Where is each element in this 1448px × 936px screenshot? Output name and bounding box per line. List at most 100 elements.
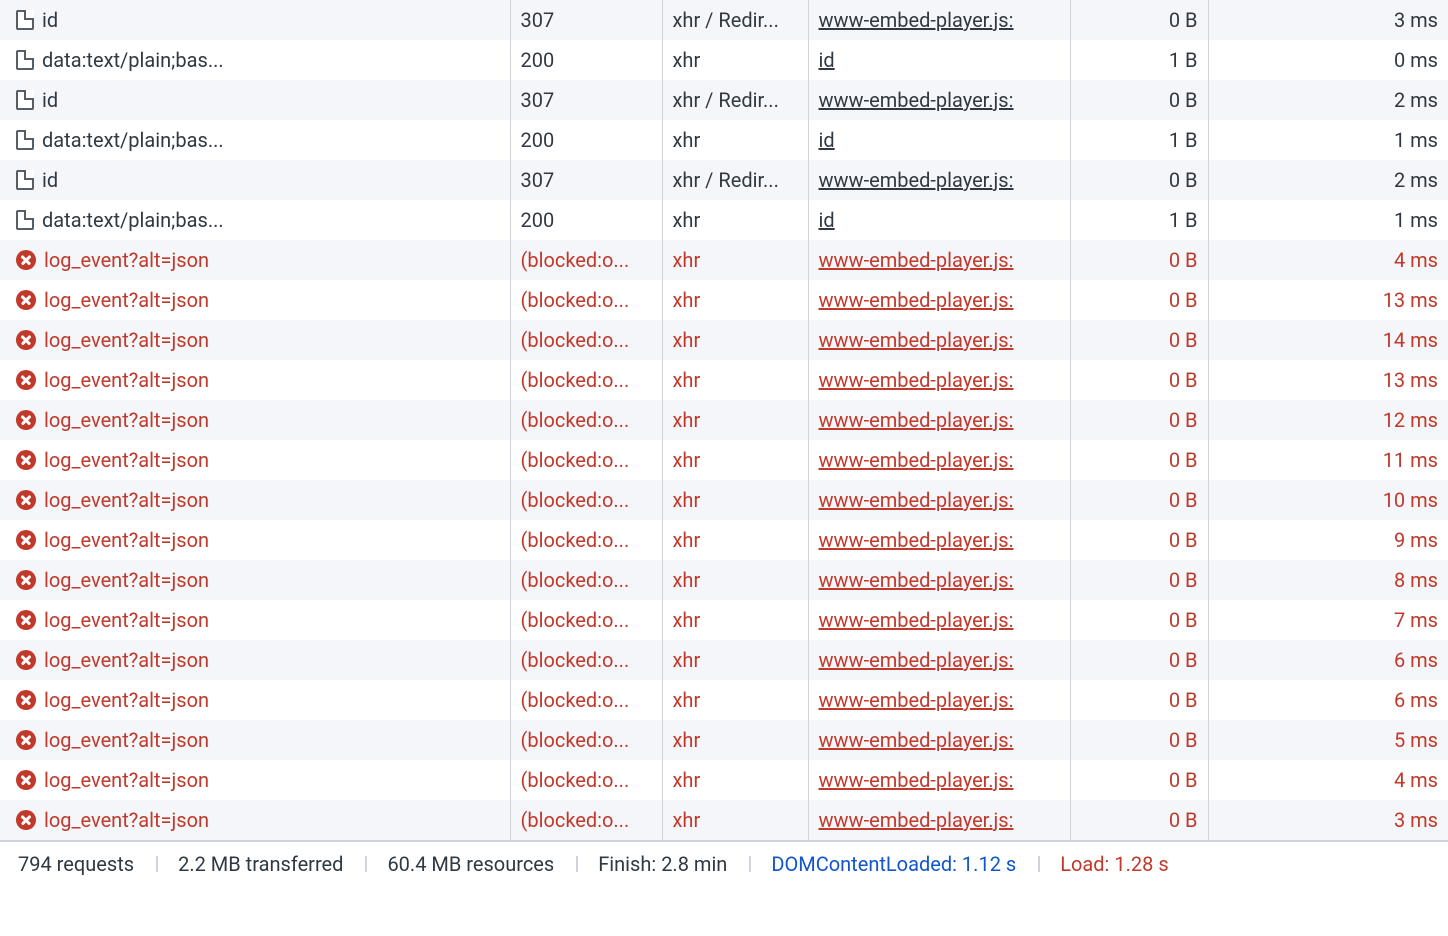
table-row[interactable]: log_event?alt=json(blocked:o...xhrwww-em…: [0, 440, 1448, 480]
request-status: 200: [510, 120, 662, 160]
initiator-link[interactable]: www-embed-player.js:: [819, 248, 1014, 272]
request-size: 0 B: [1070, 440, 1208, 480]
table-row[interactable]: log_event?alt=json(blocked:o...xhrwww-em…: [0, 320, 1448, 360]
request-time: 5 ms: [1208, 720, 1448, 760]
table-row[interactable]: data:text/plain;bas...200xhrid1 B1 ms: [0, 200, 1448, 240]
error-icon: [16, 490, 36, 510]
request-name: log_event?alt=json: [44, 288, 209, 312]
request-type: xhr: [662, 400, 808, 440]
request-size: 0 B: [1070, 680, 1208, 720]
initiator-link[interactable]: www-embed-player.js:: [819, 288, 1014, 312]
table-row[interactable]: data:text/plain;bas...200xhrid1 B1 ms: [0, 120, 1448, 160]
request-size: 0 B: [1070, 160, 1208, 200]
request-name: id: [42, 88, 58, 112]
request-status: (blocked:o...: [510, 760, 662, 800]
request-size: 1 B: [1070, 200, 1208, 240]
initiator-link[interactable]: www-embed-player.js:: [819, 168, 1014, 192]
error-icon: [16, 810, 36, 830]
request-status: (blocked:o...: [510, 520, 662, 560]
table-row[interactable]: id307xhr / Redir...www-embed-player.js:0…: [0, 0, 1448, 40]
table-row[interactable]: log_event?alt=json(blocked:o...xhrwww-em…: [0, 240, 1448, 280]
request-type: xhr: [662, 200, 808, 240]
request-name: log_event?alt=json: [44, 528, 209, 552]
table-row[interactable]: id307xhr / Redir...www-embed-player.js:0…: [0, 80, 1448, 120]
file-icon: [16, 210, 34, 230]
request-status: (blocked:o...: [510, 720, 662, 760]
request-time: 2 ms: [1208, 80, 1448, 120]
request-name: data:text/plain;bas...: [42, 208, 224, 232]
initiator-link[interactable]: www-embed-player.js:: [819, 608, 1014, 632]
initiator-link[interactable]: www-embed-player.js:: [819, 528, 1014, 552]
table-row[interactable]: log_event?alt=json(blocked:o...xhrwww-em…: [0, 640, 1448, 680]
request-time: 4 ms: [1208, 760, 1448, 800]
request-name: log_event?alt=json: [44, 608, 209, 632]
request-time: 2 ms: [1208, 160, 1448, 200]
request-type: xhr: [662, 360, 808, 400]
status-requests: 794 requests: [18, 852, 156, 876]
initiator-link[interactable]: www-embed-player.js:: [819, 728, 1014, 752]
request-size: 0 B: [1070, 80, 1208, 120]
table-row[interactable]: log_event?alt=json(blocked:o...xhrwww-em…: [0, 280, 1448, 320]
table-row[interactable]: log_event?alt=json(blocked:o...xhrwww-em…: [0, 360, 1448, 400]
request-name: log_event?alt=json: [44, 808, 209, 832]
request-size: 0 B: [1070, 720, 1208, 760]
request-size: 1 B: [1070, 120, 1208, 160]
initiator-link[interactable]: www-embed-player.js:: [819, 768, 1014, 792]
initiator-link[interactable]: www-embed-player.js:: [819, 88, 1014, 112]
request-type: xhr: [662, 120, 808, 160]
request-type: xhr: [662, 760, 808, 800]
table-row[interactable]: data:text/plain;bas...200xhrid1 B0 ms: [0, 40, 1448, 80]
initiator-link[interactable]: id: [819, 48, 835, 72]
table-row[interactable]: log_event?alt=json (blocked:o...xhr www-em…: [0, 800, 1448, 840]
initiator-link[interactable]: www-embed-player.js:: [819, 808, 1014, 832]
request-time: 6 ms: [1208, 640, 1448, 680]
initiator-link[interactable]: www-embed-player.js:: [819, 448, 1014, 472]
request-size: 0 B: [1070, 760, 1208, 800]
request-type: xhr: [662, 600, 808, 640]
initiator-link[interactable]: www-embed-player.js:: [819, 368, 1014, 392]
table-row[interactable]: log_event?alt=json(blocked:o...xhrwww-em…: [0, 720, 1448, 760]
request-size: 1 B: [1070, 40, 1208, 80]
request-time: 1 ms: [1208, 120, 1448, 160]
network-status-bar: 794 requests 2.2 MB transferred 60.4 MB …: [0, 840, 1448, 886]
initiator-link[interactable]: id: [819, 128, 835, 152]
table-row[interactable]: log_event?alt=json(blocked:o...xhrwww-em…: [0, 400, 1448, 440]
error-icon: [16, 650, 36, 670]
request-status: (blocked:o...: [510, 440, 662, 480]
request-status: (blocked:o...: [510, 800, 662, 840]
request-type: xhr: [662, 640, 808, 680]
request-time: 12 ms: [1208, 400, 1448, 440]
network-request-table: id307xhr / Redir...www-embed-player.js:0…: [0, 0, 1448, 840]
request-name: log_event?alt=json: [44, 408, 209, 432]
table-row[interactable]: log_event?alt=json(blocked:o...xhrwww-em…: [0, 760, 1448, 800]
initiator-link[interactable]: www-embed-player.js:: [819, 328, 1014, 352]
initiator-link[interactable]: www-embed-player.js:: [819, 688, 1014, 712]
initiator-link[interactable]: www-embed-player.js:: [819, 568, 1014, 592]
request-status: 200: [510, 40, 662, 80]
request-status: (blocked:o...: [510, 560, 662, 600]
request-type: xhr: [662, 560, 808, 600]
table-row[interactable]: log_event?alt=json(blocked:o...xhrwww-em…: [0, 520, 1448, 560]
initiator-link[interactable]: www-embed-player.js:: [819, 408, 1014, 432]
table-row[interactable]: log_event?alt=json (blocked:o...xhr www-em…: [0, 600, 1448, 640]
request-size: 0 B: [1070, 560, 1208, 600]
initiator-link[interactable]: www-embed-player.js:: [819, 488, 1014, 512]
request-time: 14 ms: [1208, 320, 1448, 360]
table-row[interactable]: log_event?alt=json(blocked:o...xhrwww-em…: [0, 480, 1448, 520]
initiator-link[interactable]: www-embed-player.js:: [819, 648, 1014, 672]
request-time: 7 ms: [1208, 600, 1448, 640]
error-icon: [16, 330, 36, 350]
table-row[interactable]: log_event?alt=json(blocked:o...xhrwww-em…: [0, 680, 1448, 720]
error-icon: [16, 610, 36, 630]
request-type: xhr: [662, 800, 808, 840]
initiator-link[interactable]: id: [819, 208, 835, 232]
request-status: (blocked:o...: [510, 600, 662, 640]
request-type: xhr / Redir...: [662, 160, 808, 200]
request-time: 13 ms: [1208, 280, 1448, 320]
initiator-link[interactable]: www-embed-player.js:: [819, 8, 1014, 32]
request-name: log_event?alt=json: [44, 328, 209, 352]
error-icon: [16, 570, 36, 590]
table-row[interactable]: log_event?alt=json(blocked:o...xhrwww-em…: [0, 560, 1448, 600]
table-row[interactable]: id307xhr / Redir...www-embed-player.js:0…: [0, 160, 1448, 200]
request-size: 0 B: [1070, 320, 1208, 360]
